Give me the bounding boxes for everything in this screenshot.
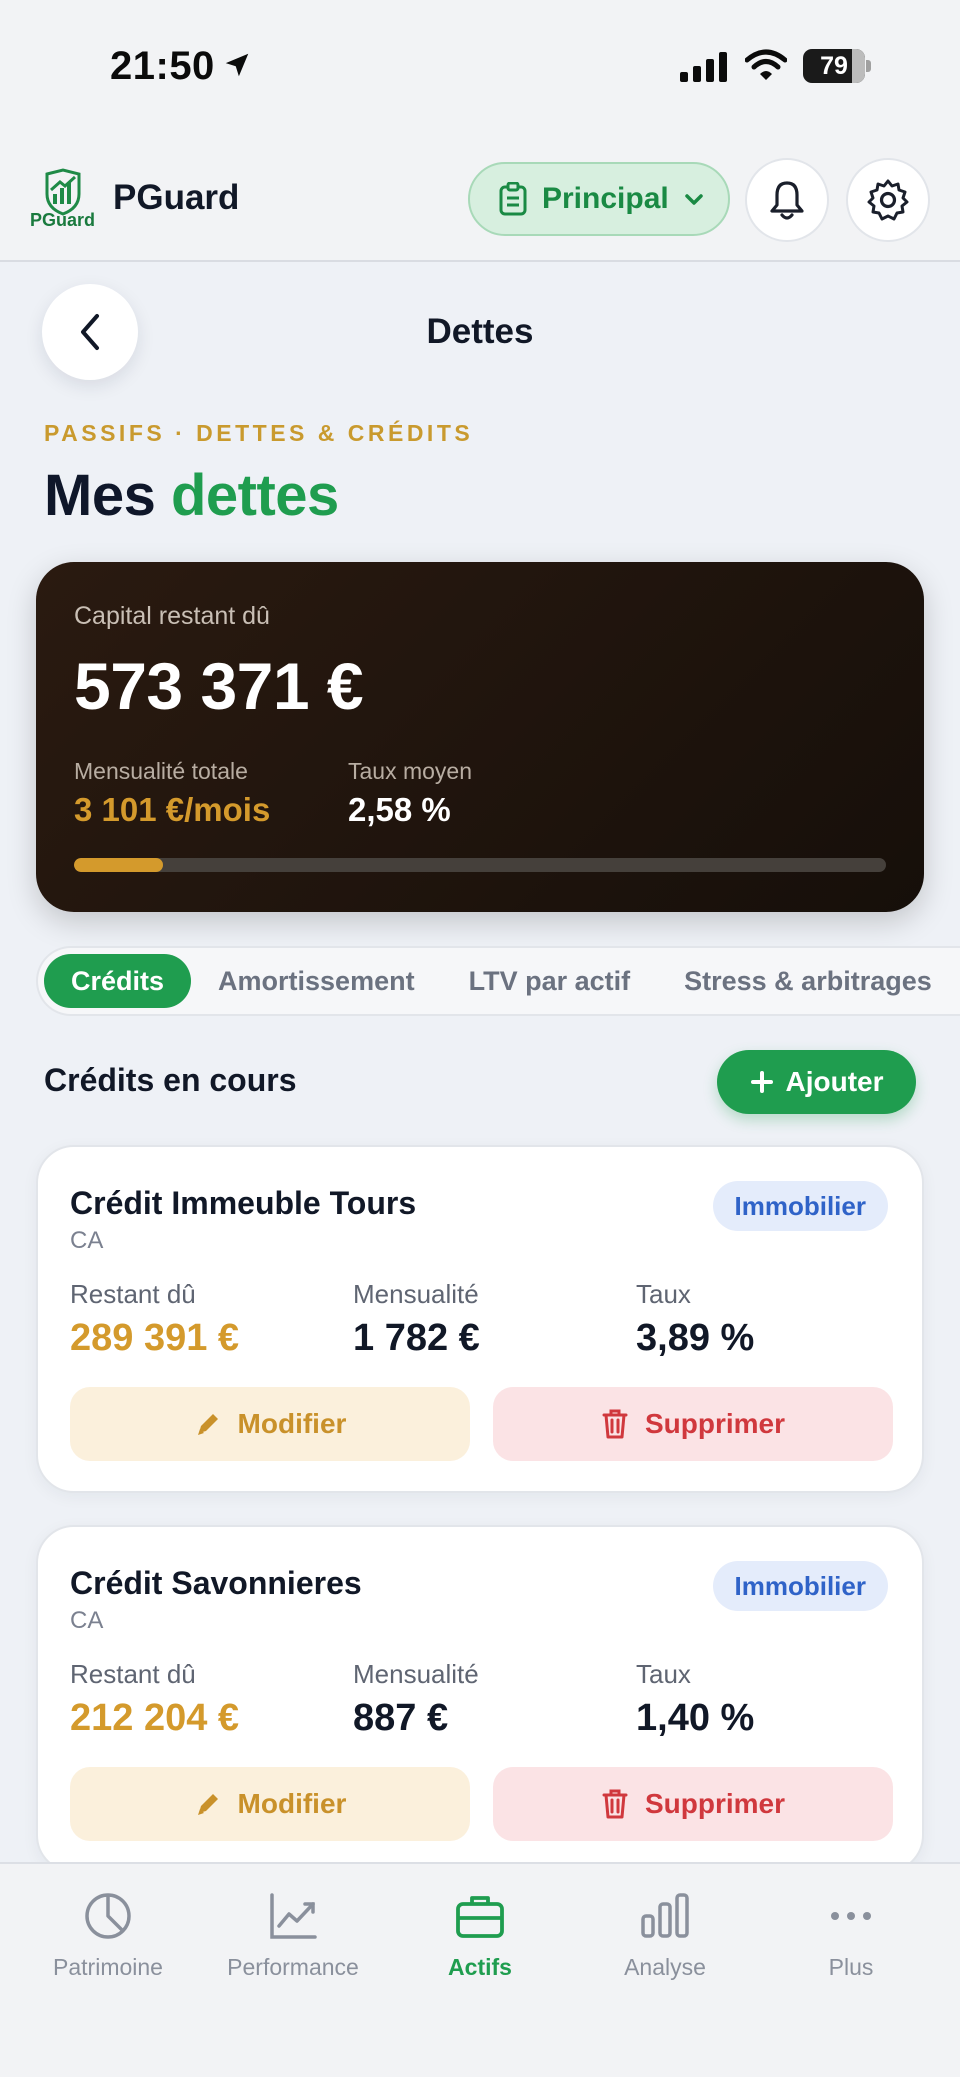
nav-label: Analyse xyxy=(624,1954,706,1980)
remaining-value: 289 391 € xyxy=(70,1317,240,1359)
bar-chart-icon xyxy=(641,1893,689,1938)
nav-label: Patrimoine xyxy=(53,1954,163,1980)
edit-loan-label: Modifier xyxy=(237,1788,347,1819)
app-header: PGuard PGuard Principal xyxy=(0,140,960,262)
tab-credits[interactable]: Crédits xyxy=(44,954,192,1008)
loan-category-badge: Immobilier xyxy=(712,1181,888,1231)
edit-loan-label: Modifier xyxy=(237,1408,347,1439)
rate-label: Taux xyxy=(636,1659,691,1689)
logo-text: PGuard xyxy=(30,210,96,230)
pencil-icon xyxy=(197,1414,218,1435)
nav-item-performance[interactable]: Performance xyxy=(203,1890,383,1981)
nav-item-plus[interactable]: Plus xyxy=(761,1890,941,1981)
page-title: Dettes xyxy=(426,312,534,351)
repayment-progress-fill xyxy=(74,858,164,872)
nav-label: Plus xyxy=(828,1954,874,1980)
delete-loan-label: Supprimer xyxy=(644,1408,786,1439)
portfolio-selector[interactable]: Principal xyxy=(468,162,730,236)
page-eyebrow: PASSIFS · DETTES & CRÉDITS xyxy=(44,420,474,446)
nav-item-actifs[interactable]: Actifs xyxy=(390,1890,570,1981)
payment-value: 887 € xyxy=(353,1697,449,1739)
monthly-total-label: Mensualité totale xyxy=(74,758,248,784)
rate-value: 1,40 % xyxy=(636,1697,755,1739)
clipboard-icon xyxy=(499,182,527,216)
rate-label: Taux xyxy=(636,1279,691,1309)
headline-part2: dettes xyxy=(170,463,339,528)
loan-name: Crédit Savonnieres xyxy=(70,1565,362,1601)
brand-name: PGuard xyxy=(113,178,240,217)
briefcase-icon xyxy=(456,1896,504,1938)
edit-loan-button[interactable]: Modifier xyxy=(70,1387,470,1461)
loan-bank: CA xyxy=(70,1607,104,1634)
trash-icon xyxy=(602,1409,628,1439)
remaining-label: Restant dû xyxy=(70,1279,196,1309)
chevron-down-icon xyxy=(684,194,703,205)
status-time: 21:50 xyxy=(110,44,215,88)
plus-icon xyxy=(750,1071,773,1093)
nav-label: Actifs xyxy=(448,1954,512,1980)
loan-card: Crédit Savonnieres CA Immobilier Restant… xyxy=(36,1525,924,1873)
add-credit-button[interactable]: Ajouter xyxy=(717,1050,916,1114)
pencil-icon xyxy=(197,1794,218,1815)
wifi-icon xyxy=(745,49,787,80)
average-rate-label: Taux moyen xyxy=(348,758,473,784)
section-title: Crédits en cours xyxy=(44,1062,297,1098)
notifications-button[interactable] xyxy=(745,158,829,242)
loan-category-badge: Immobilier xyxy=(712,1561,888,1611)
delete-loan-button[interactable]: Supprimer xyxy=(493,1387,893,1461)
capital-value: 573 371 € xyxy=(74,649,364,723)
delete-loan-button[interactable]: Supprimer xyxy=(493,1767,893,1841)
status-bar: 21:50 79 xyxy=(0,0,960,140)
location-arrow-icon xyxy=(225,53,249,77)
headline-part1: Mes xyxy=(44,463,156,528)
pie-chart-icon xyxy=(85,1893,131,1939)
payment-label: Mensualité xyxy=(353,1279,479,1309)
delete-loan-label: Supprimer xyxy=(644,1788,786,1819)
nav-item-patrimoine[interactable]: Patrimoine xyxy=(18,1890,198,1981)
average-rate-value: 2,58 % xyxy=(348,791,451,828)
battery-indicator: 79 xyxy=(803,49,871,83)
cellular-signal-icon xyxy=(680,52,727,82)
debt-tabs: Crédits Amortissement LTV par actif Stre… xyxy=(36,946,960,1016)
trend-chart-icon xyxy=(270,1893,317,1939)
loan-bank: CA xyxy=(70,1227,104,1254)
remaining-value: 212 204 € xyxy=(70,1697,240,1739)
settings-button[interactable] xyxy=(846,158,930,242)
nav-label: Performance xyxy=(227,1954,359,1980)
capital-label: Capital restant dû xyxy=(74,602,270,630)
loan-card: Crédit Immeuble Tours CA Immobilier Rest… xyxy=(36,1145,924,1493)
portfolio-selector-label: Principal xyxy=(542,182,669,215)
debt-summary-card: Capital restant dû 573 371 € Mensualité … xyxy=(36,562,924,912)
payment-label: Mensualité xyxy=(353,1659,479,1689)
bottom-navigation: Patrimoine Performance Actifs Analyse Pl… xyxy=(0,1862,960,2077)
payment-value: 1 782 € xyxy=(353,1317,480,1359)
monthly-total-value: 3 101 €/mois xyxy=(74,791,271,828)
tab-stress-arbitrages[interactable]: Stress & arbitrages xyxy=(657,954,959,1008)
trash-icon xyxy=(602,1789,628,1819)
tab-ltv-par-actif[interactable]: LTV par actif xyxy=(442,954,658,1008)
rate-value: 3,89 % xyxy=(636,1317,755,1359)
bell-icon xyxy=(770,181,804,220)
repayment-progress-bar xyxy=(74,858,886,872)
nav-item-analyse[interactable]: Analyse xyxy=(575,1890,755,1981)
loan-name: Crédit Immeuble Tours xyxy=(70,1185,417,1221)
battery-level: 79 xyxy=(820,52,848,80)
add-credit-label: Ajouter xyxy=(785,1066,884,1097)
tab-amortissement[interactable]: Amortissement xyxy=(191,954,442,1008)
gear-icon xyxy=(867,179,909,221)
edit-loan-button[interactable]: Modifier xyxy=(70,1767,470,1841)
remaining-label: Restant dû xyxy=(70,1659,196,1689)
more-dots-icon xyxy=(831,1912,871,1920)
page-headline: Mes dettes xyxy=(44,462,339,529)
